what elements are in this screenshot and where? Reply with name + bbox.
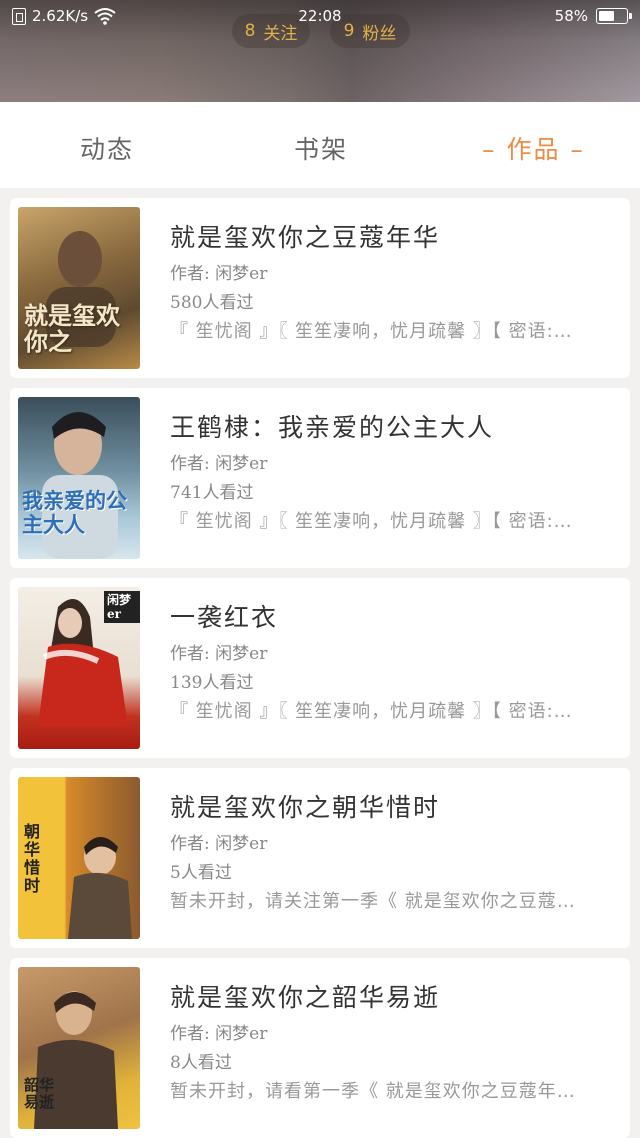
work-title: 就是玺欢你之韶华易逝 xyxy=(170,983,441,1012)
battery-icon xyxy=(596,8,632,24)
work-author: 作者: 闲梦er xyxy=(170,454,268,474)
work-views: 580人看过 xyxy=(170,293,254,313)
profile-tabs: 动态 书架 – 作品 – xyxy=(0,102,640,188)
book-cover[interactable]: 朝华惜时 xyxy=(18,777,140,939)
work-author: 作者: 闲梦er xyxy=(170,834,268,854)
cover-title: 就是玺欢你之 xyxy=(24,301,120,356)
book-cover[interactable]: 韶华易逝 xyxy=(18,967,140,1129)
work-description: 暂未开封，请看第一季《 就是玺欢你之豆蔻年… xyxy=(170,1081,576,1102)
status-bar: 2.62K/s 22:08 58% xyxy=(0,0,640,32)
status-right: 58% xyxy=(554,7,632,25)
work-card[interactable]: 朝华惜时 就是玺欢你之朝华惜时 作者: 闲梦er 5人看过 暂未开封，请关注第一… xyxy=(10,768,630,948)
work-author: 作者: 闲梦er xyxy=(170,1024,268,1044)
work-description: 『 笙忧阁 』〖 笙笙凄响，忧月疏馨 〗【 密语:… xyxy=(170,511,573,532)
book-cover[interactable]: 我亲爱的公主大人 xyxy=(18,397,140,559)
cover-title: 韶华易逝 xyxy=(24,1076,55,1111)
work-author: 作者: 闲梦er xyxy=(170,264,268,284)
work-title: 一袭红衣 xyxy=(170,603,279,632)
work-views: 5人看过 xyxy=(170,863,232,883)
work-views: 741人看过 xyxy=(170,483,254,503)
work-title: 就是玺欢你之豆蔻年华 xyxy=(170,223,441,252)
work-title: 就是玺欢你之朝华惜时 xyxy=(170,793,441,822)
work-card[interactable]: 我亲爱的公主大人 王鹤棣：我亲爱的公主大人 作者: 闲梦er 741人看过 『 … xyxy=(10,388,630,568)
book-cover[interactable]: 就是玺欢你之 xyxy=(18,207,140,369)
clock: 22:08 xyxy=(298,7,342,25)
work-description: 『 笙忧阁 』〖 笙笙凄响，忧月疏馨 〗【 密语:… xyxy=(170,321,573,342)
work-title: 王鹤棣：我亲爱的公主大人 xyxy=(170,413,495,442)
work-description: 『 笙忧阁 』〖 笙笙凄响，忧月疏馨 〗【 密语:… xyxy=(170,701,573,722)
tab-bookshelf[interactable]: 书架 xyxy=(294,130,348,166)
cover-title: 我亲爱的公主大人 xyxy=(22,488,127,537)
work-views: 8人看过 xyxy=(170,1053,232,1073)
work-views: 139人看过 xyxy=(170,673,254,693)
work-card[interactable]: 就是玺欢你之 就是玺欢你之豆蔻年华 作者: 闲梦er 580人看过 『 笙忧阁 … xyxy=(10,198,630,378)
work-description: 暂未开封，请关注第一季《 就是玺欢你之豆蔻… xyxy=(170,891,576,912)
work-card[interactable]: 闲梦er 一袭红衣 作者: 闲梦er 139人看过 『 笙忧阁 』〖 笙笙凄响，… xyxy=(10,578,630,758)
battery-fill xyxy=(599,11,614,21)
tab-works[interactable]: – 作品 – xyxy=(482,130,585,166)
book-cover[interactable]: 闲梦er xyxy=(18,587,140,749)
cover-title: 闲梦er xyxy=(104,591,140,623)
tab-activity[interactable]: 动态 xyxy=(80,130,134,166)
work-author: 作者: 闲梦er xyxy=(170,644,268,664)
battery-percent: 58% xyxy=(554,7,588,25)
cover-title: 朝华惜时 xyxy=(24,822,41,895)
work-card[interactable]: 韶华易逝 就是玺欢你之韶华易逝 作者: 闲梦er 8人看过 暂未开封，请看第一季… xyxy=(10,958,630,1138)
